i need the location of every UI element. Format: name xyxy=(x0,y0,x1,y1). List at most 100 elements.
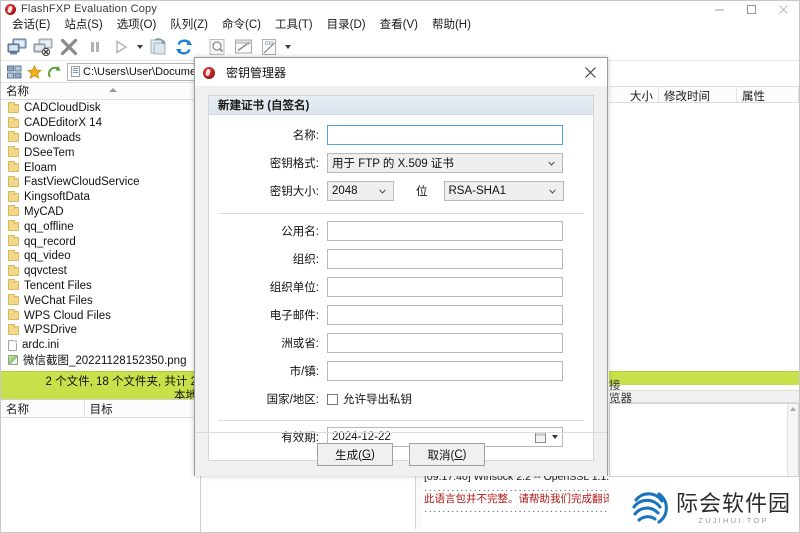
list-item[interactable]: qqvctest xyxy=(1,264,200,279)
stop-icon[interactable] xyxy=(56,35,82,60)
favorites-star-icon[interactable] xyxy=(24,62,44,81)
window-title: FlashFXP Evaluation Copy xyxy=(21,3,157,15)
form-row-city: 市/镇: xyxy=(209,359,593,383)
menu-item-session[interactable]: 会话(E) xyxy=(5,17,57,34)
key-format-value: 用于 FTP 的 X.509 证书 xyxy=(332,155,454,171)
scroll-up-icon[interactable] xyxy=(790,407,796,411)
maximize-icon[interactable] xyxy=(735,1,767,17)
site-browser-box[interactable] xyxy=(609,403,799,477)
window-controls xyxy=(703,1,799,17)
refresh-icon[interactable] xyxy=(171,35,197,60)
menu-item-commands[interactable]: 命令(C) xyxy=(215,17,268,34)
list-item[interactable]: Downloads xyxy=(1,131,200,146)
generate-button[interactable]: 生成(G) xyxy=(317,443,393,466)
flashfxp-window: FlashFXP Evaluation Copy 会话(E) 站点(S) 选项(… xyxy=(0,0,800,533)
flashfxp-icon xyxy=(203,67,214,78)
list-item[interactable]: DSeeTem xyxy=(1,145,200,160)
folder-path-icon xyxy=(71,66,80,77)
list-item[interactable]: WPSDrive xyxy=(1,323,200,338)
email-input[interactable] xyxy=(327,305,563,325)
org-unit-input[interactable] xyxy=(327,277,563,297)
group-title: 新建证书 (自签名) xyxy=(209,96,593,115)
organization-input[interactable] xyxy=(327,249,563,269)
up-folder-icon[interactable] xyxy=(44,62,64,81)
city-label: 市/镇: xyxy=(209,363,327,379)
transfer-dropdown-icon[interactable] xyxy=(134,35,145,60)
list-item[interactable]: ardc.ini xyxy=(1,338,200,353)
folder-icon xyxy=(8,104,19,113)
address-bar[interactable]: C:\Users\User\Documents xyxy=(67,63,197,81)
site-browser-scrollbar[interactable] xyxy=(787,404,798,476)
allow-export-private-key-checkbox[interactable]: 允许导出私钥 xyxy=(327,388,412,410)
refresh-queue-icon[interactable] xyxy=(145,35,171,60)
sort-ascending-icon xyxy=(109,88,117,92)
list-item[interactable]: 微信截图_20221128152350.png xyxy=(1,353,200,368)
local-file-pane: 名称 CADCloudDisk CADEditorX 14 Downloads … xyxy=(1,82,201,371)
list-item[interactable]: qq_offline xyxy=(1,219,200,234)
menu-item-directory[interactable]: 目录(D) xyxy=(320,17,373,34)
column-header-name[interactable]: 名称 xyxy=(1,82,200,100)
queue-column-target[interactable]: 目标 xyxy=(85,400,200,417)
log-pane[interactable]: [09:17:40] Winsock 2.2 -- OpenSSL 1.1.0e… xyxy=(424,471,609,513)
pause-icon[interactable] xyxy=(82,35,108,60)
common-name-input[interactable] xyxy=(327,221,563,241)
tab-site-browser[interactable]: 览器 xyxy=(609,390,799,403)
key-size-select[interactable]: 2048 xyxy=(327,181,394,201)
queue-column-name[interactable]: 名称 xyxy=(1,400,85,417)
list-item[interactable]: CADEditorX 14 xyxy=(1,116,200,131)
chevron-down-icon xyxy=(549,188,556,195)
edit-icon[interactable] xyxy=(230,35,256,60)
city-input[interactable] xyxy=(327,361,563,381)
column-header-modified[interactable]: 修改时间 xyxy=(659,87,737,102)
folder-icon xyxy=(8,237,19,246)
menu-item-options[interactable]: 选项(O) xyxy=(110,17,164,34)
list-item[interactable]: WeChat Files xyxy=(1,293,200,308)
local-file-list[interactable]: CADCloudDisk CADEditorX 14 Downloads DSe… xyxy=(1,100,200,367)
folder-icon xyxy=(8,326,19,335)
list-item-label: DSeeTem xyxy=(24,147,75,159)
column-header-size[interactable]: 大小 xyxy=(609,87,659,102)
transfer-icon[interactable] xyxy=(108,35,134,60)
minimize-icon[interactable] xyxy=(703,1,735,17)
list-item-label: WeChat Files xyxy=(24,295,93,307)
menu-item-tools[interactable]: 工具(T) xyxy=(268,17,320,34)
watermark: 际会软件园 ZUJIHUI.TOP xyxy=(629,488,791,528)
form-row-org-unit: 组织单位: xyxy=(209,275,593,299)
list-item[interactable]: CADCloudDisk xyxy=(1,101,200,116)
menu-item-sites[interactable]: 站点(S) xyxy=(57,17,109,34)
close-icon[interactable] xyxy=(573,58,607,87)
list-item[interactable]: KingsoftData xyxy=(1,190,200,205)
list-item[interactable]: qq_video xyxy=(1,249,200,264)
list-item[interactable]: FastViewCloudService xyxy=(1,175,200,190)
chevron-down-icon xyxy=(379,188,386,195)
disconnect-icon[interactable] xyxy=(30,35,56,60)
menu-item-help[interactable]: 帮助(H) xyxy=(425,17,478,34)
list-item[interactable]: Tencent Files xyxy=(1,279,200,294)
list-item-label: qqvctest xyxy=(24,265,67,277)
list-item[interactable]: MyCAD xyxy=(1,205,200,220)
site-manager-icon[interactable] xyxy=(4,62,24,81)
dialog-title-bar: 密钥管理器 xyxy=(195,58,607,87)
folder-icon xyxy=(8,193,19,202)
key-format-select[interactable]: 用于 FTP 的 X.509 证书 xyxy=(327,153,563,173)
form-divider xyxy=(218,420,584,421)
search-icon[interactable] xyxy=(204,35,230,60)
list-item[interactable]: qq_record xyxy=(1,234,200,249)
menu-item-view[interactable]: 查看(V) xyxy=(373,17,425,34)
raw-command-icon[interactable]: 010 xyxy=(256,35,282,60)
toolbar-overflow-icon[interactable] xyxy=(282,35,293,60)
state-input[interactable] xyxy=(327,333,563,353)
list-item-label: qq_offline xyxy=(24,221,74,233)
cancel-button[interactable]: 取消(C) xyxy=(409,443,485,466)
list-item[interactable]: Eloam xyxy=(1,160,200,175)
column-header-attributes[interactable]: 属性 xyxy=(737,87,799,102)
menu-item-queue[interactable]: 队列(Z) xyxy=(163,17,215,34)
name-input[interactable] xyxy=(327,125,563,145)
connect-icon[interactable] xyxy=(4,35,30,60)
list-item[interactable]: WPS Cloud Files xyxy=(1,308,200,323)
algorithm-select[interactable]: RSA-SHA1 xyxy=(444,181,564,201)
log-divider xyxy=(415,467,416,529)
folder-icon xyxy=(8,163,19,172)
close-icon[interactable] xyxy=(767,1,799,17)
allow-export-private-key-label: 允许导出私钥 xyxy=(343,391,412,407)
